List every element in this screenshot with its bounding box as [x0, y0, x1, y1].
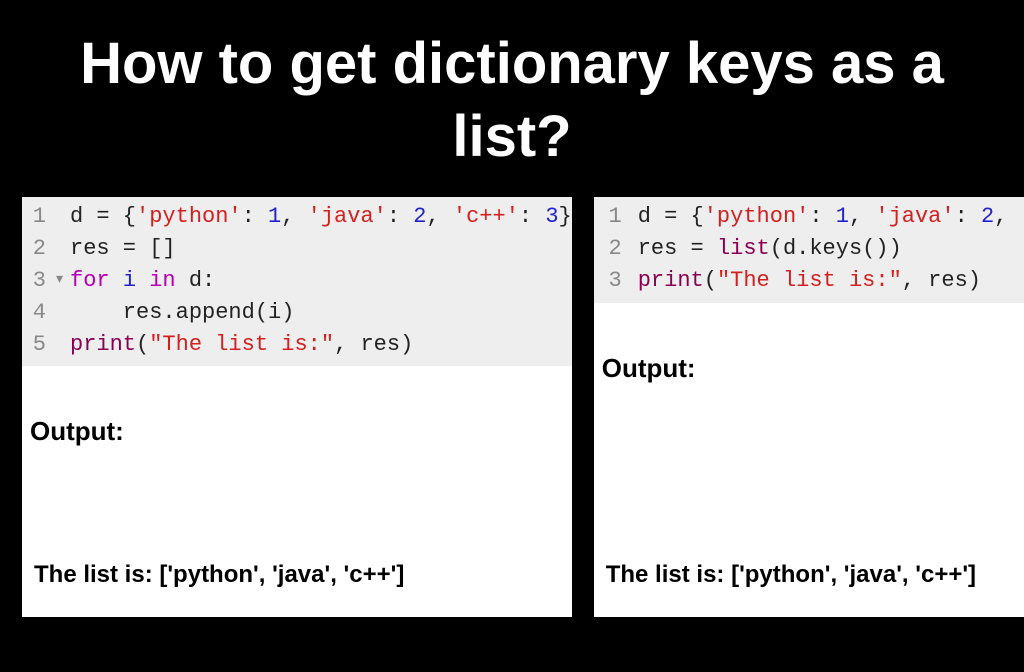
code-token: d = {	[70, 204, 136, 229]
code-token: 'python'	[136, 204, 242, 229]
code-line: 4 res.append(i)	[22, 297, 572, 329]
code-source: res = list(d.keys())	[638, 233, 1024, 265]
line-number: 2	[594, 233, 638, 265]
code-token: 'java'	[875, 204, 954, 229]
code-token: 'c++'	[1021, 204, 1024, 229]
code-token: for	[70, 268, 123, 293]
line-number: 3	[22, 265, 56, 297]
code-token: res	[70, 300, 162, 325]
code-token: "The list is:"	[149, 332, 334, 357]
code-source: print("The list is:", res)	[70, 329, 572, 361]
code-token: ,	[426, 204, 452, 229]
right-output-label: Output:	[600, 321, 1024, 384]
code-token: 1	[268, 204, 281, 229]
code-line: 3print("The list is:", res)	[594, 265, 1024, 297]
left-output-text: The list is: ['python', 'java', 'c++']	[28, 561, 566, 617]
code-token: res = []	[70, 236, 176, 261]
code-token: (d.keys())	[770, 236, 902, 261]
code-token: 2	[413, 204, 426, 229]
fold-gutter-icon	[56, 233, 70, 265]
code-token: :	[242, 204, 268, 229]
left-code-block: 1d = {'python': 1, 'java': 2, 'c++': 3}2…	[22, 197, 572, 366]
code-token: :	[809, 204, 835, 229]
code-token: (i)	[255, 300, 295, 325]
right-panel: 1d = {'python': 1, 'java': 2, 'c++': 3}2…	[594, 197, 1024, 617]
left-panel: 1d = {'python': 1, 'java': 2, 'c++': 3}2…	[22, 197, 572, 617]
left-output-area: Output: The list is: ['python', 'java', …	[22, 366, 572, 617]
code-token: 2	[981, 204, 994, 229]
page-title: How to get dictionary keys as a list?	[0, 0, 1024, 197]
code-token: (	[136, 332, 149, 357]
code-source: res.append(i)	[70, 297, 572, 329]
line-number: 1	[594, 201, 638, 233]
code-token: in	[136, 268, 189, 293]
code-source: d = {'python': 1, 'java': 2, 'c++': 3}	[638, 201, 1024, 233]
code-token: :	[387, 204, 413, 229]
code-token: res =	[638, 236, 717, 261]
code-token: :	[955, 204, 981, 229]
panels-row: 1d = {'python': 1, 'java': 2, 'c++': 3}2…	[0, 197, 1024, 617]
line-number: 1	[22, 201, 56, 233]
fold-gutter-icon	[56, 297, 70, 329]
code-source: for i in d:	[70, 265, 572, 297]
right-output-text: The list is: ['python', 'java', 'c++']	[600, 561, 1024, 617]
code-token: , res)	[334, 332, 413, 357]
code-token: print	[638, 268, 704, 293]
line-number: 3	[594, 265, 638, 297]
line-number: 2	[22, 233, 56, 265]
code-token: 'python'	[704, 204, 810, 229]
code-token: ,	[849, 204, 875, 229]
code-token: print	[70, 332, 136, 357]
line-number: 5	[22, 329, 56, 361]
code-token: (	[704, 268, 717, 293]
code-line: 1d = {'python': 1, 'java': 2, 'c++': 3}	[22, 201, 572, 233]
left-output-label: Output:	[28, 384, 566, 447]
code-token: list	[717, 236, 770, 261]
code-line: 3▾for i in d:	[22, 265, 572, 297]
line-number: 4	[22, 297, 56, 329]
code-source: d = {'python': 1, 'java': 2, 'c++': 3}	[70, 201, 572, 233]
fold-gutter-icon	[56, 201, 70, 233]
code-token: "The list is:"	[717, 268, 902, 293]
code-line: 2res = list(d.keys())	[594, 233, 1024, 265]
code-token: }	[559, 204, 572, 229]
code-line: 1d = {'python': 1, 'java': 2, 'c++': 3}	[594, 201, 1024, 233]
code-line: 2 res = []	[22, 233, 572, 265]
code-token: d = {	[638, 204, 704, 229]
code-token: , res)	[902, 268, 981, 293]
fold-gutter-icon: ▾	[56, 265, 70, 297]
code-token: 'java'	[308, 204, 387, 229]
code-source: print("The list is:", res)	[638, 265, 1024, 297]
code-token: :	[519, 204, 545, 229]
code-token: d:	[189, 268, 215, 293]
code-token: 1	[836, 204, 849, 229]
code-token: .	[162, 300, 175, 325]
code-line: 5 print("The list is:", res)	[22, 329, 572, 361]
right-output-area: Output: The list is: ['python', 'java', …	[594, 303, 1024, 617]
code-token: i	[123, 268, 136, 293]
code-token: append	[176, 300, 255, 325]
code-token: 'c++'	[453, 204, 519, 229]
code-token: ,	[281, 204, 307, 229]
code-token: ,	[994, 204, 1020, 229]
code-token: 3	[545, 204, 558, 229]
code-source: res = []	[70, 233, 572, 265]
right-code-block: 1d = {'python': 1, 'java': 2, 'c++': 3}2…	[594, 197, 1024, 303]
fold-gutter-icon	[56, 329, 70, 361]
